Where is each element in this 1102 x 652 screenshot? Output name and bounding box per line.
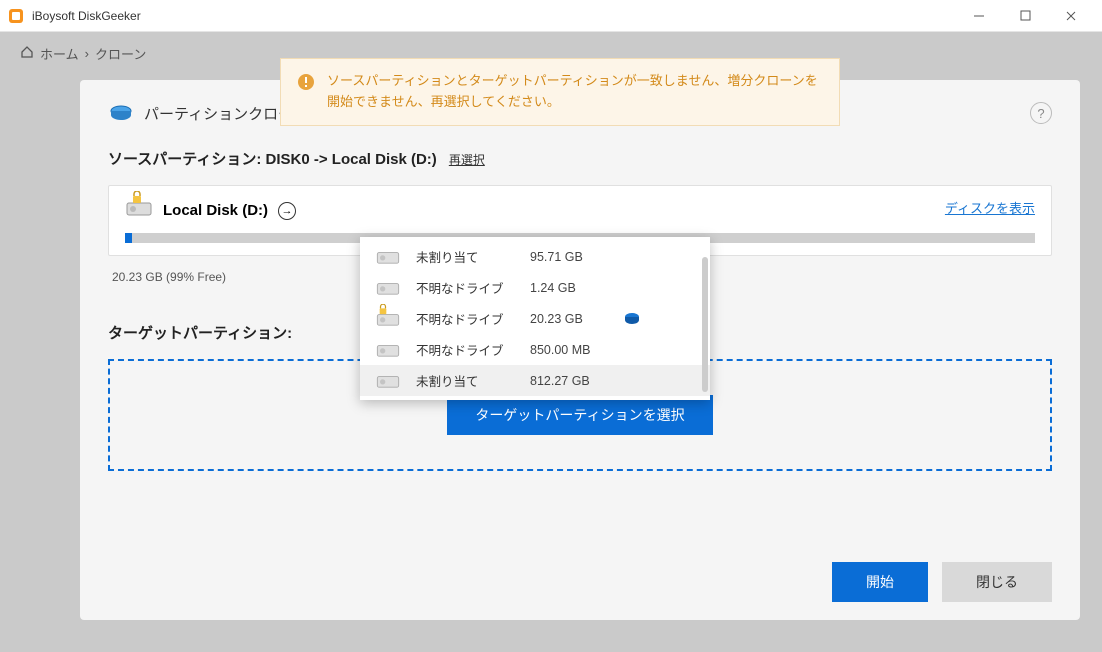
breadcrumb-sep: › [85, 46, 89, 61]
close-panel-button[interactable]: 閉じる [942, 562, 1052, 602]
start-button[interactable]: 開始 [832, 562, 928, 602]
footer-buttons: 開始 閉じる [832, 562, 1052, 602]
usage-bar-fill [125, 233, 132, 243]
dropdown-item-label: 未割り当て [416, 247, 516, 266]
dropdown-item[interactable]: 未割り当て 95.71 GB [360, 241, 710, 272]
titlebar: iBoysoft DiskGeeker [0, 0, 1102, 32]
warning-toast: ソースパーティションとターゲットパーティションが一致しません、増分クローンを開始… [280, 58, 840, 126]
select-target-button[interactable]: ターゲットパーティションを選択 [447, 395, 712, 435]
breadcrumb: ホーム › クローン [20, 44, 146, 63]
help-icon[interactable]: ? [1030, 102, 1052, 124]
dropdown-item-size: 850.00 MB [530, 343, 610, 357]
hdd-icon [374, 341, 402, 359]
toast-message: ソースパーティションとターゲットパーティションが一致しません、増分クローンを開始… [327, 71, 823, 113]
dropdown-item-size: 812.27 GB [530, 374, 610, 388]
source-label: ソースパーティション: DISK0 -> Local Disk (D:) [108, 148, 437, 169]
dropdown-item-size: 95.71 GB [530, 250, 610, 264]
home-icon[interactable] [20, 45, 34, 62]
show-disk-link[interactable]: ディスクを表示 [945, 198, 1035, 217]
hdd-icon [374, 279, 402, 297]
dropdown-item-size: 20.23 GB [530, 312, 610, 326]
dropdown-item-size: 1.24 GB [530, 281, 610, 295]
app-title: iBoysoft DiskGeeker [32, 9, 956, 23]
breadcrumb-home[interactable]: ホーム [40, 44, 79, 63]
target-label: ターゲットパーティション: [108, 322, 292, 343]
hdd-icon [125, 198, 153, 223]
reselect-link[interactable]: 再選択 [449, 151, 485, 168]
app-icon [8, 8, 24, 24]
disk-icon [108, 100, 134, 126]
selected-icon [624, 311, 640, 327]
partition-dropdown[interactable]: 未割り当て 95.71 GB 不明なドライブ 1.24 GB 不明なドライブ 20.23 … [360, 237, 710, 400]
dropdown-scrollbar[interactable] [702, 257, 708, 392]
dropdown-item-label: 不明なドライブ [416, 278, 516, 297]
disk-name: Local Disk (D:) [163, 202, 268, 219]
close-button[interactable] [1048, 0, 1094, 32]
hdd-icon [374, 248, 402, 266]
minimize-button[interactable] [956, 0, 1002, 32]
maximize-button[interactable] [1002, 0, 1048, 32]
dropdown-item-label: 不明なドライブ [416, 340, 516, 359]
dropdown-item-label: 不明なドライブ [416, 309, 516, 328]
hdd-icon [374, 372, 402, 390]
breadcrumb-page: クローン [95, 44, 146, 63]
dropdown-item[interactable]: 不明なドライブ 20.23 GB [360, 303, 710, 334]
source-section-title: ソースパーティション: DISK0 -> Local Disk (D:) 再選択 [108, 148, 1052, 169]
dropdown-item[interactable]: 不明なドライブ 1.24 GB [360, 272, 710, 303]
hdd-icon [374, 310, 402, 328]
dropdown-item[interactable]: 不明なドライブ 850.00 MB [360, 334, 710, 365]
arrow-right-icon[interactable]: → [278, 202, 296, 220]
dropdown-item[interactable]: 未割り当て 812.27 GB [360, 365, 710, 396]
warning-icon [297, 73, 315, 91]
dropdown-item-label: 未割り当て [416, 371, 516, 390]
